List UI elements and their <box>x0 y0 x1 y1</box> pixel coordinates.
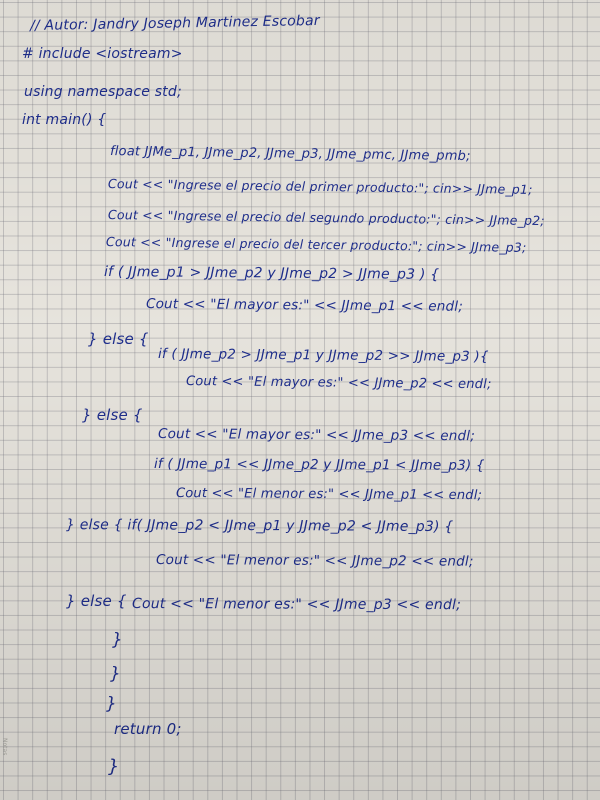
code-line-include: # include <iostream> <box>22 46 183 62</box>
code-line-cout-min-3: Cout << "El menor es:" << JJme_p3 << end… <box>131 596 462 614</box>
code-line-close-main: } <box>108 756 120 777</box>
code-line-cout-max-3: Cout << "El mayor es:" << JJme_p3 << end… <box>157 426 476 445</box>
page-margin-label: Notas <box>1 738 8 756</box>
code-line-if-3: if ( JJme_p1 << JJme_p2 y JJme_p1 < JJme… <box>153 456 485 474</box>
code-line-else-1: } else { <box>88 330 149 348</box>
code-line-input-3: Cout << "Ingrese el precio del tercer pr… <box>105 234 527 255</box>
code-line-main: int main() { <box>22 112 107 128</box>
code-line-close-3: } <box>106 694 118 714</box>
code-line-else-if: } else { if( JJme_p2 < JJme_p1 y JJme_p2… <box>65 517 454 536</box>
code-line-else-2: } else { <box>82 406 143 424</box>
code-line-close-1: } <box>112 630 124 650</box>
code-line-declare: float JJMe_p1, JJme_p2, JJme_p3, JJme_pm… <box>109 144 471 165</box>
code-line-if-2: if ( JJme_p2 > JJme_p1 y JJme_p2 >> JJme… <box>157 346 489 365</box>
code-line-input-2: Cout << "Ingrese el precio del segundo p… <box>107 207 545 229</box>
code-line-cout-max-1: Cout << "El mayor es:" << JJme_p1 << end… <box>145 296 464 315</box>
code-line-input-1: Cout << "Ingrese el precio del primer pr… <box>107 176 533 197</box>
code-line-cout-min-1: Cout << "El menor es:" << JJme_p1 << end… <box>175 486 483 504</box>
code-line-cout-min-2: Cout << "El menor es:" << JJme_p2 << end… <box>155 552 474 570</box>
code-line-return: return 0; <box>114 720 182 738</box>
code-line-close-2: } <box>110 664 122 684</box>
code-line-cout-max-2: Cout << "El mayor es:" << JJme_p2 << end… <box>185 374 492 393</box>
code-line-if-1: if ( JJme_p1 > JJme_p2 y JJme_p2 > JJme_… <box>103 264 440 283</box>
code-line-else-3: } else { <box>66 592 127 610</box>
notebook-page: // Autor: Jandry Joseph Martinez Escobar… <box>0 0 600 800</box>
code-line-using: using namespace std; <box>24 84 182 100</box>
author-comment: // Autor: Jandry Joseph Martinez Escobar <box>29 12 320 34</box>
